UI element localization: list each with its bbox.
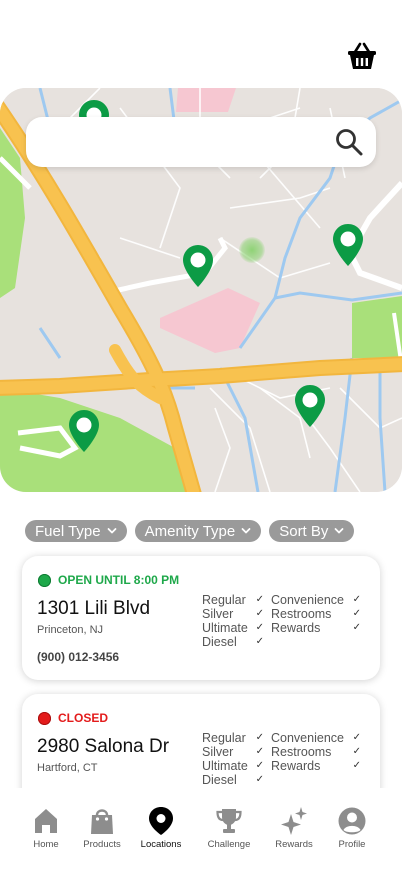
nav-label: Locations: [140, 839, 182, 850]
check-icon: ✓: [255, 608, 264, 619]
amenity-item: Rewards ✓: [271, 621, 361, 635]
check-icon: ✓: [255, 760, 264, 771]
nav-profile[interactable]: Profile: [322, 806, 382, 850]
check-icon: ✓: [352, 608, 361, 619]
check-icon: ✓: [352, 746, 361, 757]
station-address: 2980 Salona Dr: [37, 736, 170, 757]
nav-label: Products: [83, 839, 121, 850]
status-dot-icon: [38, 711, 51, 725]
check-icon: ✓: [352, 622, 361, 633]
fuel-list: Regular ✓ Silver ✓ Ultimate ✓ Diesel ✓: [202, 593, 264, 649]
map-pin[interactable]: [183, 245, 213, 287]
status-dot-icon: [38, 573, 51, 587]
chevron-down-icon: [335, 528, 344, 534]
nav-locations[interactable]: Locations: [131, 806, 191, 850]
shopping-bag-icon: [91, 809, 113, 834]
status-row: OPEN UNTIL 8:00 PM: [38, 573, 179, 587]
map-pin[interactable]: [69, 410, 99, 452]
map-pin[interactable]: [333, 224, 363, 266]
trophy-icon: [216, 809, 242, 833]
amenity-list: Convenience ✓ Restrooms ✓ Rewards ✓: [271, 593, 361, 635]
amenity-item: Restrooms ✓: [271, 745, 361, 759]
home-icon: [35, 809, 57, 833]
fuel-item: Silver ✓: [202, 745, 264, 759]
location-pin-icon: [149, 807, 173, 835]
station-phone[interactable]: (900) 012-3456: [37, 650, 119, 664]
fuel-type-filter[interactable]: Fuel Type: [25, 520, 127, 542]
check-icon: ✓: [255, 636, 264, 647]
station-city: Hartford, CT: [37, 762, 98, 774]
check-icon: ✓: [255, 622, 264, 633]
fuel-item: Silver ✓: [202, 607, 264, 621]
profile-icon: [338, 807, 366, 835]
filter-bar: Fuel Type Amenity Type Sort By: [25, 520, 355, 542]
amenity-item: Convenience ✓: [271, 731, 361, 745]
check-icon: ✓: [255, 774, 264, 785]
status-row: CLOSED: [38, 711, 108, 725]
bottom-nav: Home Products Locations Challenge Reward…: [0, 788, 402, 874]
station-card[interactable]: OPEN UNTIL 8:00 PM 1301 Lili Blvd Prince…: [22, 556, 380, 680]
amenity-item: Convenience ✓: [271, 593, 361, 607]
current-location-marker: [239, 237, 265, 263]
search-bar[interactable]: [26, 117, 376, 167]
check-icon: ✓: [255, 732, 264, 743]
station-city: Princeton, NJ: [37, 624, 104, 636]
check-icon: ✓: [255, 746, 264, 757]
filter-label: Fuel Type: [35, 522, 101, 540]
nav-challenge[interactable]: Challenge: [199, 806, 259, 850]
check-icon: ✓: [352, 732, 361, 743]
fuel-item: Regular ✓: [202, 593, 264, 607]
check-icon: ✓: [255, 594, 264, 605]
fuel-item: Diesel ✓: [202, 773, 264, 787]
nav-products[interactable]: Products: [72, 806, 132, 850]
basket-icon[interactable]: [346, 40, 378, 72]
status-text: CLOSED: [58, 711, 109, 725]
filter-label: Amenity Type: [144, 522, 236, 540]
fuel-item: Diesel ✓: [202, 635, 264, 649]
fuel-item: Ultimate ✓: [202, 621, 264, 635]
check-icon: ✓: [352, 760, 361, 771]
nav-home[interactable]: Home: [16, 806, 76, 850]
nav-label: Rewards: [275, 839, 313, 850]
search-icon[interactable]: [334, 127, 364, 157]
amenity-list: Convenience ✓ Restrooms ✓ Rewards ✓: [271, 731, 361, 773]
status-text: OPEN UNTIL 8:00 PM: [58, 573, 180, 587]
nav-label: Challenge: [207, 839, 251, 850]
locations-screen: Fuel Type Amenity Type Sort By OPEN UNTI…: [0, 0, 402, 874]
station-address: 1301 Lili Blvd: [37, 598, 151, 619]
nav-rewards[interactable]: Rewards: [264, 806, 324, 850]
sparkle-icon: [281, 807, 307, 835]
nav-label: Profile: [338, 839, 366, 850]
amenity-item: Restrooms ✓: [271, 607, 361, 621]
fuel-item: Ultimate ✓: [202, 759, 264, 773]
map-pin[interactable]: [295, 385, 325, 427]
nav-label: Home: [33, 839, 59, 850]
fuel-list: Regular ✓ Silver ✓ Ultimate ✓ Diesel ✓: [202, 731, 264, 787]
chevron-down-icon: [107, 528, 117, 534]
amenity-item: Rewards ✓: [271, 759, 361, 773]
sort-by-filter[interactable]: Sort By: [269, 520, 355, 542]
amenity-type-filter[interactable]: Amenity Type: [134, 520, 262, 542]
check-icon: ✓: [352, 594, 361, 605]
fuel-item: Regular ✓: [202, 731, 264, 745]
chevron-down-icon: [241, 528, 251, 534]
filter-label: Sort By: [279, 522, 329, 540]
